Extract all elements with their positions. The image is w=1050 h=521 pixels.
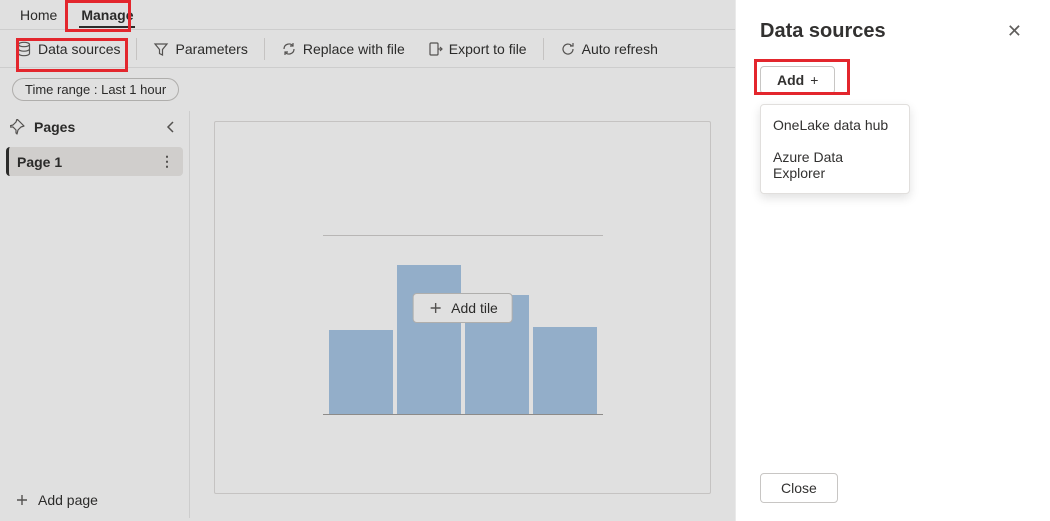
toolbar-label: Data sources [38,41,120,57]
chip-bar: Time range : Last 1 hour [0,68,735,111]
add-page-button[interactable]: Add page [0,481,189,518]
dropdown-item-adx[interactable]: Azure Data Explorer [761,141,909,189]
tab-home[interactable]: Home [10,3,67,27]
panel-title: Data sources [760,20,1003,43]
divider [264,38,265,60]
toolbar: Data sources Parameters Replace with fil… [0,30,735,68]
top-tabs: Home Manage [0,0,735,30]
toolbar-label: Replace with file [303,41,405,57]
refresh-icon [560,41,576,57]
placeholder-chart [323,235,603,415]
tab-manage[interactable]: Manage [71,3,143,27]
parameters-button[interactable]: Parameters [143,37,257,61]
add-tile-label: Add tile [451,300,498,316]
auto-refresh-button[interactable]: Auto refresh [550,37,668,61]
close-panel-button[interactable]: ✕ [1003,18,1026,44]
data-sources-button[interactable]: Data sources [6,37,130,61]
replace-icon [281,41,297,57]
divider [136,38,137,60]
add-data-source-button[interactable]: Add + [760,66,835,94]
replace-file-button[interactable]: Replace with file [271,37,415,61]
add-page-label: Add page [38,492,98,508]
page-item[interactable]: Page 1 ⋮ [6,147,183,176]
add-tile-button[interactable]: Add tile [412,293,513,323]
main-area: Home Manage Data sources Parameters [0,0,735,521]
toolbar-label: Export to file [449,41,527,57]
collapse-sidebar-button[interactable] [163,119,179,135]
plus-icon [427,300,443,316]
canvas-wrap: Add tile [190,111,735,518]
export-icon [427,41,443,57]
database-icon [16,41,32,57]
page-label: Page 1 [17,154,62,170]
add-dropdown: OneLake data hub Azure Data Explorer [760,104,910,194]
time-range-chip[interactable]: Time range : Last 1 hour [12,78,179,101]
toolbar-label: Auto refresh [582,41,658,57]
data-sources-panel: Data sources ✕ Add + OneLake data hub Az… [735,0,1050,521]
sidebar-title: Pages [34,119,155,135]
close-button[interactable]: Close [760,473,838,503]
add-label: Add [777,72,804,88]
dropdown-item-onelake[interactable]: OneLake data hub [761,109,909,141]
export-file-button[interactable]: Export to file [417,37,537,61]
body: Pages Page 1 ⋮ Add page [0,111,735,518]
divider [543,38,544,60]
plus-icon [14,492,30,508]
plus-icon: + [810,72,818,88]
toolbar-label: Parameters [175,41,247,57]
pin-icon [10,119,26,135]
filter-icon [153,41,169,57]
dashboard-canvas[interactable]: Add tile [214,121,711,494]
pages-sidebar: Pages Page 1 ⋮ Add page [0,111,190,518]
page-more-button[interactable]: ⋮ [160,153,175,170]
